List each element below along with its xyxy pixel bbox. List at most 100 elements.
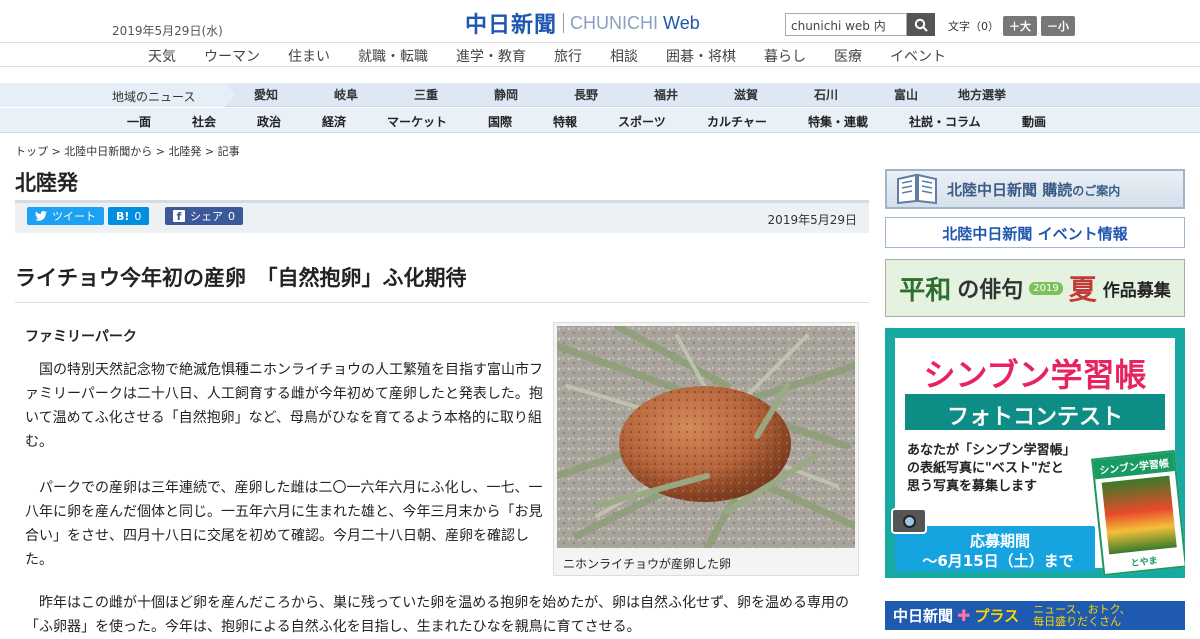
logo-jp: 中日新聞: [465, 13, 558, 38]
chunichi-plus-banner[interactable]: 中日新聞 ✚ プラス ニュース、おトク、 毎日盛りだくさん: [885, 601, 1185, 630]
photo-caption: ニホンライチョウが産卵した卵: [563, 557, 732, 571]
article-paragraph: パークでの産卵は三年連続で、産卵した雌は二〇一六年六月にふ化し、一七、一八年に卵…: [25, 480, 543, 568]
font-size-label: 文字（0）: [948, 20, 999, 33]
contest-title: シンブン学習帳: [923, 356, 1147, 394]
notebook-image: シンブン学習帳 とやま: [1091, 449, 1185, 577]
plus-name: 中日新聞: [893, 607, 954, 625]
nav-event[interactable]: イベント: [890, 46, 946, 66]
article-paragraph: 昨年はこの雌が十個ほど卵を産んだころから、巣に残っていた卵を温める抱卵を始めたが…: [25, 595, 850, 635]
twitter-icon: [35, 211, 47, 221]
nav-woman[interactable]: ウーマン: [204, 46, 260, 66]
hatena-count: 0: [134, 209, 142, 223]
hatena-label: B!: [116, 209, 130, 223]
tweet-button[interactable]: ツイート: [27, 207, 104, 225]
facebook-icon: f: [173, 210, 185, 223]
contest-description-line: 思う写真を募集します: [907, 479, 1038, 494]
ptarmigan-egg-image: [557, 326, 855, 548]
article-body: 国の特別天然記念物で絶滅危惧種ニホンライチョウの人工繁殖を目指す富山市ファミリー…: [25, 358, 545, 594]
photo-contest-banner[interactable]: シンブン学習帳 フォトコンテスト あなたが「シンブン学習帳」 の表紙写真に"ベス…: [885, 328, 1185, 578]
nav-consult[interactable]: 相談: [610, 46, 638, 66]
region-nav: 地域のニュース 愛知 岐阜 三重 静岡 長野 福井 滋賀 石川 富山 地方選挙: [0, 83, 1200, 107]
contest-description-line: の表紙写真に"ベスト"だと: [907, 461, 1064, 476]
section-sports[interactable]: スポーツ: [618, 113, 666, 130]
contest-subtitle: フォトコンテスト: [946, 405, 1123, 430]
camera-icon: [891, 508, 927, 534]
section-nav: 一面 社会 政治 経済 マーケット 国際 特報 スポーツ カルチャー 特集・連載…: [0, 108, 1200, 133]
region-mie[interactable]: 三重: [414, 86, 438, 103]
search-input[interactable]: chunichi web 内: [785, 13, 907, 36]
section-editorial[interactable]: 社説・コラム: [909, 113, 981, 130]
subscription-banner-text: 北陸中日新聞 購読のご案内: [947, 179, 1120, 200]
headline-divider: [15, 302, 869, 303]
breadcrumb-hokuriku-news[interactable]: 北陸発: [168, 145, 201, 158]
region-nagano[interactable]: 長野: [574, 86, 598, 103]
logo-web-text: Web: [663, 12, 700, 33]
plus-tagline-line: 毎日盛りだくさん: [1033, 614, 1122, 628]
facebook-label: シェア: [190, 210, 223, 223]
article-photo[interactable]: ニホンライチョウが産卵した卵: [553, 322, 859, 576]
newspaper-icon: [887, 171, 947, 207]
search-icon: [914, 18, 928, 32]
region-shizuoka[interactable]: 静岡: [494, 86, 518, 103]
region-fukui[interactable]: 福井: [654, 86, 678, 103]
events-banner[interactable]: 北陸中日新聞 イベント情報: [885, 217, 1185, 248]
haiku-title-haiku: の俳句: [957, 278, 1024, 303]
breadcrumb-hokuriku[interactable]: 北陸中日新聞から: [64, 145, 152, 158]
section-politics[interactable]: 政治: [257, 113, 281, 130]
font-smaller-button[interactable]: －小: [1041, 16, 1075, 36]
section-economy[interactable]: 経済: [322, 113, 346, 130]
article-paragraph: 国の特別天然記念物で絶滅危惧種ニホンライチョウの人工繁殖を目指す富山市ファミリー…: [25, 362, 543, 450]
logo-separator: [563, 13, 565, 33]
section-society[interactable]: 社会: [192, 113, 216, 130]
category-nav: 天気 ウーマン 住まい 就職・転職 進学・教育 旅行 相談 囲碁・将棋 暮らし …: [0, 42, 1200, 67]
nav-travel[interactable]: 旅行: [554, 46, 582, 66]
nav-medical[interactable]: 医療: [834, 46, 862, 66]
subscription-banner[interactable]: 北陸中日新聞 購読のご案内: [885, 169, 1185, 209]
plus-icon: ✚: [957, 606, 971, 625]
section-video[interactable]: 動画: [1022, 113, 1046, 130]
section-culture[interactable]: カルチャー: [707, 113, 767, 130]
nav-living[interactable]: 暮らし: [764, 46, 806, 66]
subscription-banner-suffix: のご案内: [1072, 183, 1121, 198]
facebook-share-button[interactable]: f シェア 0: [165, 207, 243, 225]
region-shiga[interactable]: 滋賀: [734, 86, 758, 103]
publish-date: 2019年5月29日: [767, 213, 857, 227]
contest-period: 〜6月15日（土）まで: [922, 552, 1074, 570]
nav-go-shogi[interactable]: 囲碁・将棋: [666, 46, 736, 66]
font-size-control: 文字（0） ＋大 －小: [948, 16, 1075, 36]
tweet-label: ツイート: [52, 210, 96, 223]
section-market[interactable]: マーケット: [387, 113, 447, 130]
region-gifu[interactable]: 岐阜: [334, 86, 358, 103]
section-special-report[interactable]: 特報: [553, 113, 577, 130]
region-elections[interactable]: 地方選挙: [958, 86, 1006, 103]
haiku-recruit: 作品募集: [1102, 280, 1171, 301]
region-aichi[interactable]: 愛知: [254, 86, 278, 103]
peace-haiku-banner[interactable]: 平和 の俳句 2019 夏 作品募集: [885, 259, 1185, 317]
nav-education[interactable]: 進学・教育: [456, 46, 526, 66]
region-ishikawa[interactable]: 石川: [814, 86, 838, 103]
section-international[interactable]: 国際: [488, 113, 512, 130]
font-larger-button[interactable]: ＋大: [1003, 16, 1037, 36]
site-logo[interactable]: 中日新聞 CHUNICHI Web: [465, 10, 700, 39]
top-header: 2019年5月29日(水) 中日新聞 CHUNICHI Web chunichi…: [0, 0, 1200, 42]
notebook-pref: とやま: [1130, 556, 1159, 570]
nav-housing[interactable]: 住まい: [288, 46, 330, 66]
section-features[interactable]: 特集・連載: [808, 113, 868, 130]
section-front[interactable]: 一面: [127, 113, 151, 130]
hatena-bookmark-button[interactable]: B! 0: [108, 207, 150, 225]
article-headline: ライチョウ今年初の産卵 「自然抱卵」ふ化期待: [15, 266, 467, 290]
logo-en-text: CHUNICHI: [570, 12, 659, 33]
article-dateline: ファミリーパーク: [25, 329, 137, 345]
haiku-title-peace: 平和: [899, 275, 952, 306]
contest-period-label: 応募期間: [969, 532, 1030, 550]
site-search: chunichi web 内: [785, 13, 935, 36]
header-date: 2019年5月29日(水): [112, 24, 223, 38]
region-toyama[interactable]: 富山: [894, 86, 918, 103]
breadcrumb-top[interactable]: トップ: [15, 145, 48, 158]
nav-jobs[interactable]: 就職・転職: [358, 46, 428, 66]
nav-weather[interactable]: 天気: [148, 46, 176, 66]
plus-suffix: プラス: [974, 607, 1020, 625]
breadcrumb: トップ > 北陸中日新聞から > 北陸発 > 記事: [15, 145, 240, 158]
search-button[interactable]: [907, 13, 935, 36]
haiku-season: 夏: [1068, 273, 1097, 306]
